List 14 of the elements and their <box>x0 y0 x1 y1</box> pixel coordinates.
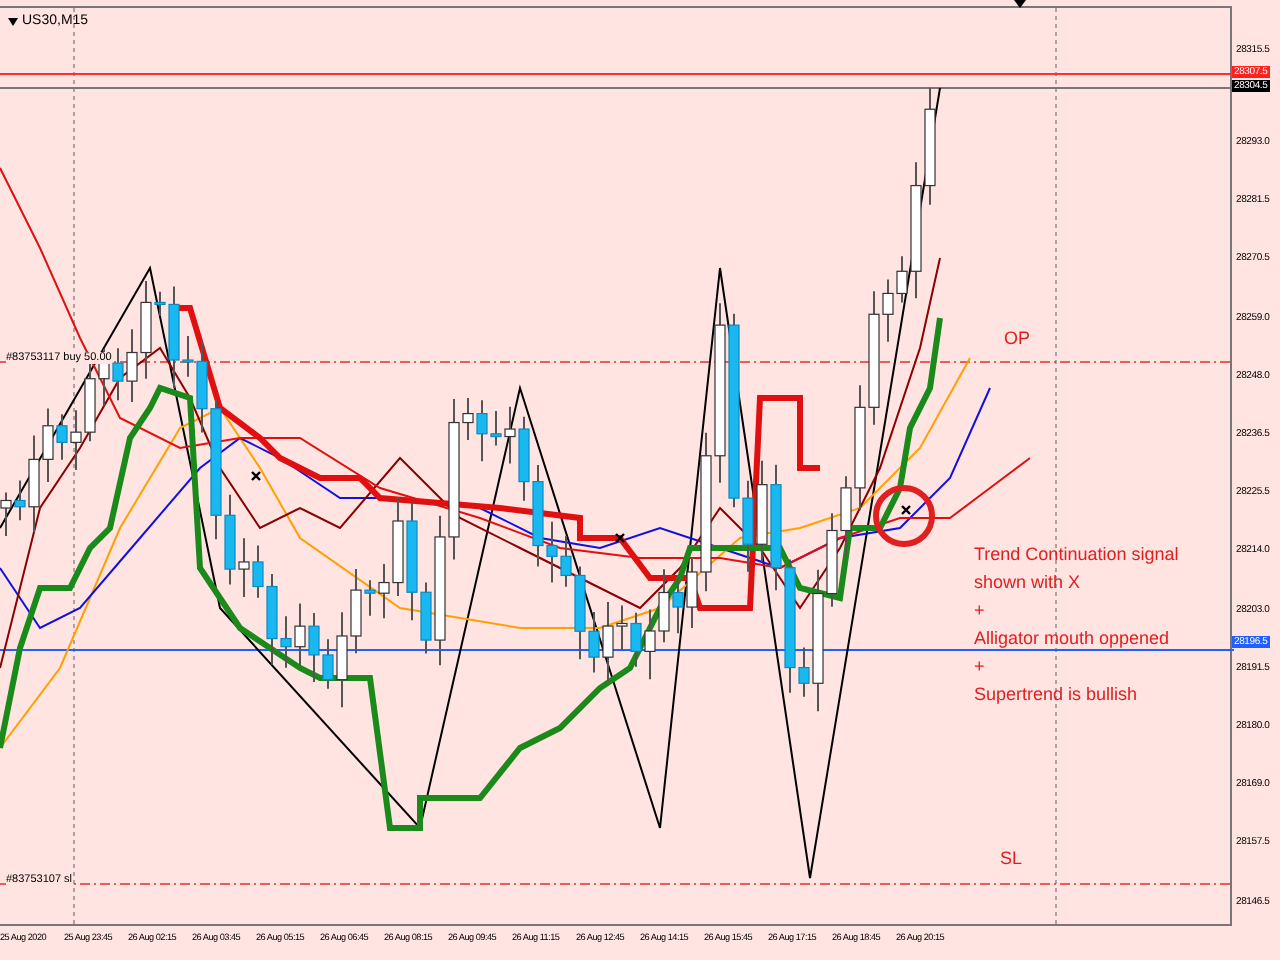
annotation-line: Trend Continuation signal <box>974 544 1179 564</box>
triangle-icon[interactable] <box>8 17 18 25</box>
chart-annotation: OP <box>1004 328 1031 348</box>
annotation-line: + <box>974 656 987 676</box>
cross-icon <box>614 532 626 544</box>
annotation-line: Supertrend is bullish <box>974 684 1140 704</box>
chart-shift-icon[interactable] <box>1014 0 1026 8</box>
annotation-line: Alligator mouth oppened <box>974 628 1172 648</box>
annotation-line: shown with X <box>974 572 1083 592</box>
cross-icon <box>250 470 262 482</box>
chart-annotation: SL <box>1000 848 1023 868</box>
cross-icon <box>900 504 912 516</box>
highlight-circle <box>873 485 935 547</box>
annotation-line: + <box>974 600 987 620</box>
